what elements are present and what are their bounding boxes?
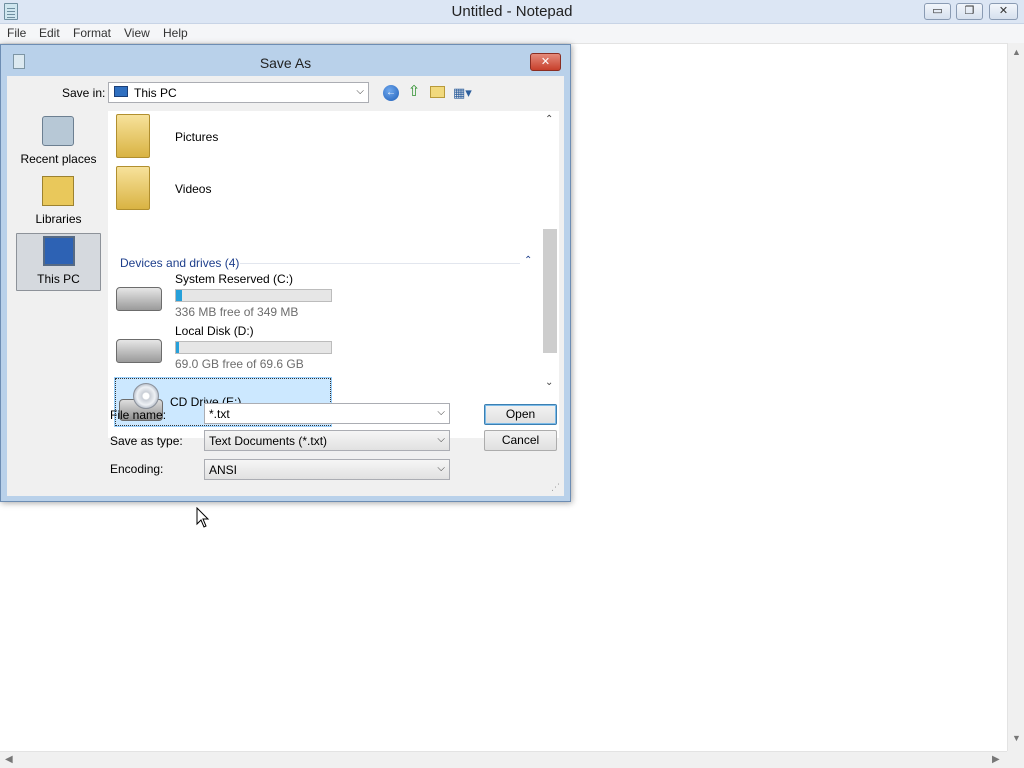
open-button[interactable]: Open (484, 404, 557, 425)
place-label: Libraries (35, 212, 82, 226)
group-divider (240, 263, 520, 264)
folder-name: Videos (175, 182, 212, 196)
drive-free-space: 69.0 GB free of 69.6 GB (175, 357, 304, 371)
scroll-left-arrow-icon[interactable]: ◀ (5, 754, 13, 765)
folder-pictures-icon (116, 114, 150, 158)
this-pc-small-icon (114, 86, 128, 97)
drive-item-c[interactable]: System Reserved (C:) 336 MB free of 349 … (114, 269, 332, 319)
list-item-videos[interactable]: Videos (114, 163, 314, 213)
drive-item-d[interactable]: Local Disk (D:) 69.0 GB free of 69.6 GB (114, 321, 332, 371)
up-one-level-icon[interactable]: ⇧ (406, 83, 422, 101)
cancel-button[interactable]: Cancel (484, 430, 557, 451)
place-this-pc[interactable]: This PC (16, 233, 101, 291)
drive-free-space: 336 MB free of 349 MB (175, 305, 299, 319)
drive-name: Local Disk (D:) (175, 324, 254, 338)
minimize-button[interactable]: ▭ (924, 3, 951, 20)
scroll-right-arrow-icon[interactable]: ▶ (992, 754, 1000, 765)
menu-bar: File Edit Format View Help (0, 24, 1024, 43)
libraries-icon (42, 176, 74, 206)
drive-name: System Reserved (C:) (175, 272, 294, 286)
notepad-title-bar[interactable]: Untitled - Notepad ▭ ❐ ✕ (0, 0, 1024, 24)
save-in-value: This PC (134, 86, 177, 100)
file-name-input[interactable]: *.txt ⌵ (204, 403, 450, 424)
save-as-dialog: Save As ✕ Save in: This PC ⌵ ← ⇧ ▦▾ Rece… (0, 44, 571, 502)
restore-button[interactable]: ❐ (956, 3, 983, 20)
menu-edit[interactable]: Edit (39, 26, 60, 40)
hard-drive-icon (116, 339, 162, 363)
drive-usage-bar (175, 341, 332, 354)
dialog-close-button[interactable]: ✕ (530, 53, 561, 71)
hard-drive-icon (116, 287, 162, 311)
drive-usage-fill (176, 290, 182, 301)
drive-usage-bar (175, 289, 332, 302)
places-bar: Recent places Libraries This PC (7, 112, 103, 442)
save-in-label: Save in: (62, 86, 106, 100)
dialog-title: Save As (259, 55, 312, 71)
list-item-pictures[interactable]: Pictures (114, 111, 314, 161)
horizontal-scrollbar[interactable]: ◀ ▶ (0, 751, 1007, 768)
folder-name: Pictures (175, 130, 219, 144)
vertical-scrollbar[interactable]: ▲ ▼ (1007, 43, 1024, 751)
place-libraries[interactable]: Libraries (16, 174, 101, 232)
save-in-dropdown[interactable]: This PC ⌵ (108, 82, 369, 103)
drive-usage-fill (176, 342, 180, 353)
place-label: This PC (37, 272, 80, 286)
folder-videos-icon (116, 166, 150, 210)
chevron-down-icon[interactable]: ⌵ (437, 407, 445, 418)
file-list[interactable]: Pictures Videos Devices and drives (4) ⌃… (108, 111, 559, 438)
save-as-type-label: Save as type: (110, 434, 183, 448)
devices-group-header[interactable]: Devices and drives (4) (120, 256, 239, 270)
chevron-up-icon[interactable]: ⌃ (524, 255, 532, 266)
scroll-up-arrow-icon[interactable]: ▲ (1008, 47, 1024, 57)
encoding-label: Encoding: (110, 462, 164, 476)
mouse-cursor-icon (196, 507, 210, 528)
this-pc-icon (43, 236, 75, 266)
dialog-body: Save in: This PC ⌵ ← ⇧ ▦▾ Recent places … (7, 76, 564, 496)
cd-disc-shape (133, 383, 159, 409)
close-window-button[interactable]: ✕ (989, 3, 1018, 20)
recent-places-icon (42, 116, 74, 146)
views-menu-icon[interactable]: ▦▾ (453, 85, 478, 101)
save-as-type-value: Text Documents (*.txt) (209, 434, 328, 448)
file-list-scrollbar[interactable]: ⌃ ⌄ (541, 111, 559, 393)
new-folder-icon[interactable] (430, 86, 445, 98)
back-icon[interactable]: ← (383, 85, 399, 101)
scroll-down-chevron-icon[interactable]: ⌄ (545, 377, 553, 388)
save-as-type-dropdown[interactable]: Text Documents (*.txt) ⌵ (204, 430, 450, 451)
place-recent-places[interactable]: Recent places (16, 114, 101, 172)
scrollbar-thumb[interactable] (543, 229, 557, 353)
scroll-up-chevron-icon[interactable]: ⌃ (545, 114, 553, 125)
encoding-value: ANSI (209, 463, 238, 477)
menu-file[interactable]: File (7, 26, 26, 40)
menu-format[interactable]: Format (73, 26, 111, 40)
file-name-label: File name: (110, 408, 167, 422)
chevron-down-icon[interactable]: ⌵ (356, 86, 364, 97)
menu-help[interactable]: Help (163, 26, 188, 40)
resize-grip-icon[interactable]: ⋰ (551, 482, 560, 493)
window-title: Untitled - Notepad (451, 3, 573, 20)
scrollbar-corner (1007, 751, 1024, 768)
scroll-down-arrow-icon[interactable]: ▼ (1008, 733, 1024, 743)
place-label: Recent places (20, 152, 97, 166)
menu-view[interactable]: View (124, 26, 150, 40)
encoding-dropdown[interactable]: ANSI ⌵ (204, 459, 450, 480)
chevron-down-icon[interactable]: ⌵ (437, 463, 445, 474)
chevron-down-icon[interactable]: ⌵ (437, 434, 445, 445)
file-name-value: *.txt (209, 407, 230, 421)
